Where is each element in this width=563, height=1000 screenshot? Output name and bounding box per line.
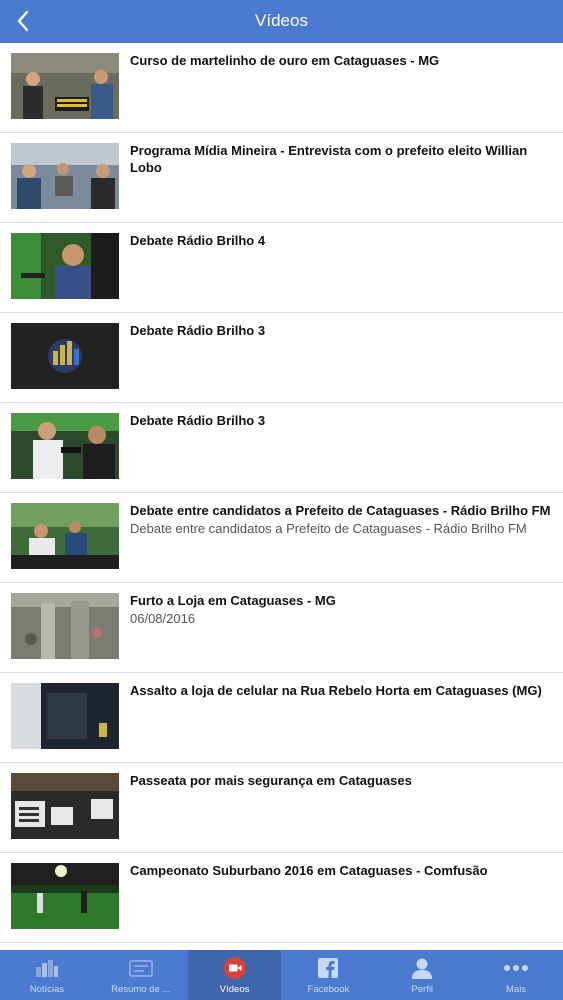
tab-label: Facebook — [307, 984, 350, 995]
tab-perfil[interactable]: Perfil — [375, 950, 469, 1000]
video-list: Curso de martelinho de ouro em Cataguase… — [0, 43, 563, 950]
video-title: Campeonato Suburbano 2016 em Cataguases … — [130, 863, 488, 878]
video-list-item[interactable]: Programa Mídia Mineira - Entrevista com … — [0, 133, 563, 223]
news-icon — [34, 956, 60, 980]
tab-noticias[interactable]: Notícias — [0, 950, 94, 1000]
tab-videos[interactable]: Vídeos — [187, 950, 282, 1000]
video-thumbnail — [11, 323, 119, 389]
summary-icon — [128, 956, 154, 980]
video-list-item[interactable] — [0, 943, 563, 950]
video-thumbnail-image — [11, 503, 119, 569]
video-title: Passeata por mais segurança em Cataguase… — [130, 773, 412, 788]
video-title: Programa Mídia Mineira - Entrevista com … — [130, 143, 528, 175]
video-list-item[interactable]: Debate Rádio Brilho 4 — [0, 223, 563, 313]
video-list-item[interactable]: Debate Rádio Brilho 3 — [0, 313, 563, 403]
tab-label: Notícias — [29, 984, 65, 995]
video-title: Debate Rádio Brilho 3 — [130, 413, 266, 428]
tab-label: Mais — [506, 984, 527, 995]
video-icon — [223, 956, 247, 980]
video-title: Assalto a loja de celular na Rua Rebelo … — [130, 683, 542, 698]
video-list-item[interactable]: Curso de martelinho de ouro em Cataguase… — [0, 43, 563, 133]
video-list-item[interactable]: Debate Rádio Brilho 3 — [0, 403, 563, 493]
video-title: Furto a Loja em Cataguases - MG — [130, 593, 336, 608]
video-thumbnail — [11, 593, 119, 659]
video-thumbnail — [11, 773, 119, 839]
facebook-icon — [317, 956, 339, 980]
video-list-item[interactable]: Passeata por mais segurança em Cataguase… — [0, 763, 563, 853]
tab-label: Vídeos — [219, 984, 250, 995]
tab-bar: Notícias Resumo de ... Vídeos Facebook P… — [0, 950, 563, 1000]
video-list-item[interactable]: Debate entre candidatos a Prefeito de Ca… — [0, 493, 563, 583]
app-header: Vídeos — [0, 0, 563, 43]
video-thumbnail-image — [11, 413, 119, 479]
video-thumbnail — [11, 413, 119, 479]
tab-label: Resumo de ... — [111, 984, 171, 995]
video-list-item[interactable]: Campeonato Suburbano 2016 em Cataguases … — [0, 853, 563, 943]
video-thumbnail — [11, 233, 119, 299]
tab-facebook[interactable]: Facebook — [281, 950, 375, 1000]
video-list-item[interactable]: Furto a Loja em Cataguases - MG 06/08/201… — [0, 583, 563, 673]
page-title: Vídeos — [255, 11, 308, 30]
video-thumbnail-image — [11, 773, 119, 839]
video-thumbnail-image — [11, 143, 119, 209]
video-thumbnail-image — [11, 863, 119, 929]
video-thumbnail — [11, 503, 119, 569]
video-thumbnail — [11, 863, 119, 929]
more-icon — [503, 956, 529, 980]
video-thumbnail-image — [11, 233, 119, 299]
video-thumbnail-image — [11, 323, 119, 389]
video-thumbnail — [11, 143, 119, 209]
tab-label: Perfil — [411, 984, 434, 995]
tab-mais[interactable]: Mais — [469, 950, 563, 1000]
video-title: Debate Rádio Brilho 3 — [130, 323, 266, 338]
video-subtitle: 06/08/2016 — [130, 611, 196, 626]
video-title: Debate Rádio Brilho 4 — [130, 233, 266, 248]
video-thumbnail-image — [11, 683, 119, 749]
profile-icon — [410, 956, 434, 980]
video-thumbnail — [11, 683, 119, 749]
video-thumbnail-image — [11, 53, 119, 119]
tab-resumo[interactable]: Resumo de ... — [94, 950, 188, 1000]
video-subtitle: Debate entre candidatos a Prefeito de Ca… — [130, 521, 527, 536]
video-list-item[interactable]: Assalto a loja de celular na Rua Rebelo … — [0, 673, 563, 763]
video-title: Debate entre candidatos a Prefeito de Ca… — [130, 503, 551, 518]
video-title: Curso de martelinho de ouro em Cataguase… — [130, 53, 440, 68]
video-thumbnail-image — [11, 593, 119, 659]
video-thumbnail — [11, 53, 119, 119]
